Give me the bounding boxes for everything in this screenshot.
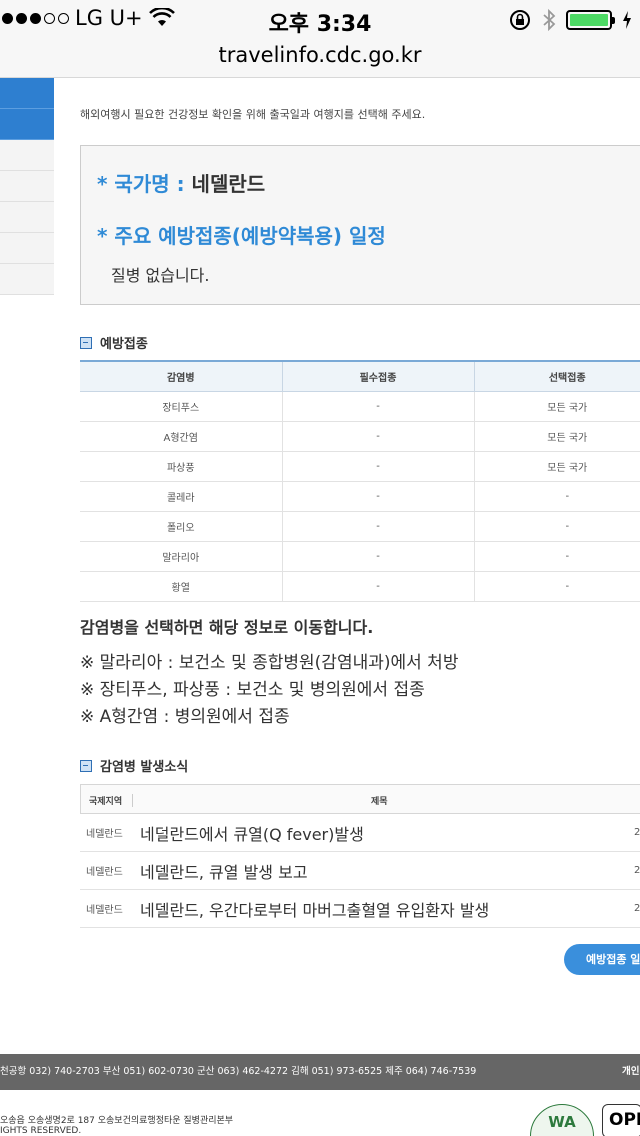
- footer-contacts: 천공항 032) 740-2703 부산 051) 602-0730 군산 06…: [0, 1066, 477, 1077]
- news-row[interactable]: 네델란드 네델란드, 우간다로부터 마버그출혈열 유입환자 발생 2: [80, 890, 640, 928]
- copyright-line: IGHTS RESERVED.: [0, 1126, 82, 1136]
- disease-cell[interactable]: 폴리오: [80, 511, 282, 542]
- privacy-link[interactable]: 개인: [622, 1054, 639, 1090]
- news-date: 2: [634, 827, 640, 838]
- news-date: 2: [634, 903, 640, 914]
- vaccination-section-title: 예방접종: [80, 333, 148, 352]
- disease-cell[interactable]: 콜레라: [80, 481, 282, 512]
- side-menu-item[interactable]: [0, 78, 54, 109]
- table-row[interactable]: 황열 - -: [80, 571, 640, 602]
- required-cell: -: [281, 421, 474, 452]
- section-bullet-icon: [80, 336, 92, 349]
- side-menu-item[interactable]: [0, 140, 54, 171]
- required-cell: -: [281, 541, 474, 572]
- schedule-value: 질병 없습니다.: [111, 266, 210, 285]
- url-text: travelinfo.cdc.go.kr: [218, 43, 422, 67]
- optional-cell: 모든 국가: [473, 391, 640, 422]
- disease-cell[interactable]: A형간염: [80, 421, 282, 452]
- news-title-link[interactable]: 네델란드, 큐열 발생 보고: [140, 859, 308, 883]
- optional-cell: 모든 국가: [473, 451, 640, 482]
- intro-text: 해외여행시 필요한 건강정보 확인을 위해 출국일과 여행지를 선택해 주세요.: [80, 108, 426, 121]
- column-header: 국제지역: [89, 794, 134, 807]
- status-bar: LG U+ 오후 3:34: [0, 0, 640, 40]
- optional-cell: 모든 국가: [473, 421, 640, 452]
- news-section-title: 감염병 발생소식: [80, 756, 188, 775]
- side-menu-item[interactable]: [0, 109, 54, 140]
- column-header: 필수접종: [281, 360, 474, 392]
- table-row[interactable]: 콜레라 - -: [80, 481, 640, 512]
- side-menu: [0, 78, 54, 295]
- optional-cell: -: [473, 511, 640, 542]
- news-title-text: 감염병 발생소식: [100, 760, 189, 775]
- country-label: * 국가명 :: [97, 172, 192, 196]
- table-row[interactable]: 말라리아 - -: [80, 541, 640, 572]
- side-menu-item[interactable]: [0, 264, 54, 295]
- bluetooth-icon: [543, 8, 556, 32]
- news-region: 네델란드: [86, 867, 123, 878]
- table-row[interactable]: 폴리오 - -: [80, 511, 640, 542]
- country-value: 네델란드: [191, 172, 266, 196]
- side-menu-item[interactable]: [0, 171, 54, 202]
- required-cell: -: [281, 481, 474, 512]
- country-info-box: * 국가명 : 네델란드 * 주요 예방접종(예방약복용) 일정 질병 없습니다…: [80, 145, 640, 305]
- column-header: 제목: [371, 797, 388, 807]
- required-cell: -: [281, 511, 474, 542]
- table-row[interactable]: 장티푸스 - 모든 국가: [80, 391, 640, 422]
- column-header: 선택접종: [473, 360, 640, 392]
- note-item: ※ 말라리아 : 보건소 및 종합병원(감염내과)에서 처방: [80, 653, 459, 673]
- news-title-link[interactable]: 네델란드, 우간다로부터 마버그출혈열 유입환자 발생: [140, 897, 489, 921]
- disease-cell[interactable]: 황열: [80, 571, 282, 602]
- disease-cell[interactable]: 말라리아: [80, 541, 282, 572]
- note-item: ※ 장티푸스, 파상풍 : 보건소 및 병의원에서 접종: [80, 680, 425, 700]
- required-cell: -: [281, 571, 474, 602]
- news-table-header: 국제지역 제목: [80, 784, 640, 814]
- optional-cell: -: [473, 481, 640, 512]
- news-row[interactable]: 네델란드 네덜란드에서 큐열(Q fever)발생 2: [80, 814, 640, 852]
- address-line: 오송읍 오송생명2로 187 오송보건의료행정타운 질병관리본부: [0, 1116, 234, 1126]
- news-title-link[interactable]: 네덜란드에서 큐열(Q fever)발생: [140, 821, 364, 845]
- disease-cell[interactable]: 파상풍: [80, 451, 282, 482]
- status-icons: [508, 8, 632, 32]
- footer-contact-bar: 천공항 032) 740-2703 부산 051) 602-0730 군산 06…: [0, 1054, 640, 1090]
- required-cell: -: [281, 391, 474, 422]
- table-row[interactable]: A형간염 - 모든 국가: [80, 421, 640, 452]
- column-header: 감염병: [80, 360, 282, 392]
- table-row[interactable]: 파상풍 - 모든 국가: [80, 451, 640, 482]
- select-disease-notice: 감염병을 선택하면 해당 정보로 이동합니다.: [80, 618, 374, 637]
- news-date: 2: [634, 865, 640, 876]
- table-header-row: 감염병 필수접종 선택접종: [80, 360, 640, 392]
- open-logo: OPE: [602, 1104, 640, 1136]
- battery-icon: [566, 10, 615, 30]
- note-item: ※ A형간염 : 병의원에서 접종: [80, 707, 290, 727]
- optional-cell: -: [473, 571, 640, 602]
- charging-icon: [623, 11, 631, 29]
- schedule-heading: * 주요 예방접종(예방약복용) 일정: [97, 224, 386, 248]
- vaccination-title-text: 예방접종: [100, 337, 148, 352]
- required-cell: -: [281, 451, 474, 482]
- vaccination-schedule-button[interactable]: 예방접종 일: [564, 944, 640, 975]
- side-menu-item[interactable]: [0, 233, 54, 264]
- footer-address: 오송읍 오송생명2로 187 오송보건의료행정타운 질병관리본부 IGHTS R…: [0, 1116, 233, 1136]
- news-region: 네델란드: [86, 905, 123, 916]
- side-menu-item[interactable]: [0, 202, 54, 233]
- optional-cell: -: [473, 541, 640, 572]
- disease-cell[interactable]: 장티푸스: [80, 391, 282, 422]
- section-bullet-icon: [80, 759, 92, 772]
- news-region: 네델란드: [86, 829, 123, 840]
- vaccination-table: 감염병 필수접종 선택접종 장티푸스 - 모든 국가 A형간염 - 모든 국가 파상풍 -…: [80, 360, 640, 602]
- address-bar[interactable]: travelinfo.cdc.go.kr: [0, 40, 640, 78]
- country-heading: * 국가명 : 네델란드: [97, 168, 265, 197]
- notes-list: ※ 말라리아 : 보건소 및 종합병원(감염내과)에서 처방 ※ 장티푸스, 파…: [80, 650, 458, 731]
- news-row[interactable]: 네델란드 네델란드, 큐열 발생 보고 2: [80, 852, 640, 890]
- orientation-lock-icon: [510, 10, 530, 30]
- web-accessibility-logo: WA: [530, 1104, 594, 1136]
